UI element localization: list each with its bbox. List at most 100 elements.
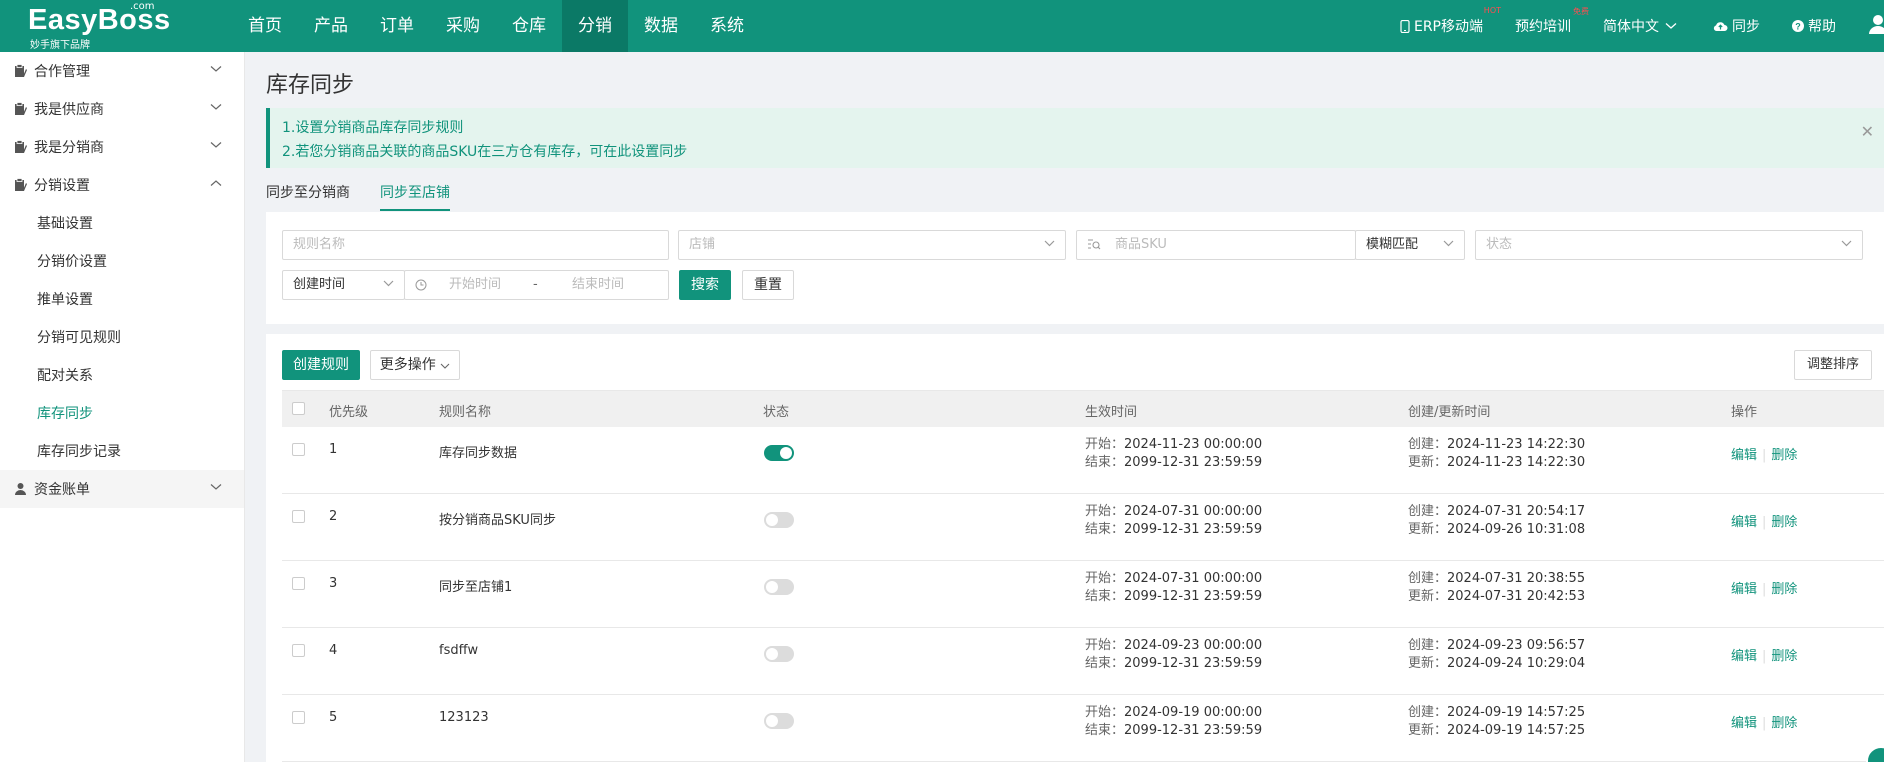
action-separator: |	[1762, 515, 1767, 530]
nav-products[interactable]: 产品	[298, 0, 364, 52]
nav-orders[interactable]: 订单	[364, 0, 430, 52]
delete-link[interactable]: 删除	[1771, 515, 1797, 530]
tab-sync-to-distributor[interactable]: 同步至分销商	[266, 182, 350, 211]
free-badge: 免费	[1573, 7, 1589, 16]
chevron-down-icon	[210, 484, 222, 490]
edit-link[interactable]: 编辑	[1731, 716, 1757, 731]
sidebar-group-cooperation[interactable]: 合作管理	[0, 52, 244, 90]
range-separator: -	[533, 277, 538, 292]
date-range-picker[interactable]: 开始时间 - 结束时间	[404, 270, 669, 300]
end-label: 结束：	[1085, 455, 1125, 470]
status-placeholder: 状态	[1486, 237, 1513, 252]
sync-label: 同步	[1732, 19, 1760, 35]
nav-warehouse[interactable]: 仓库	[496, 0, 562, 52]
search-list-icon	[1088, 239, 1101, 250]
created-updated-time: 创建：2024-09-23 09:56:57 更新：2024-09-24 10:2…	[1408, 637, 1585, 673]
help-button[interactable]: ? 帮助	[1792, 16, 1836, 36]
row-checkbox[interactable]	[292, 510, 305, 523]
sidebar-item-price-settings[interactable]: 分销价设置	[0, 242, 244, 280]
select-all-checkbox[interactable]	[292, 402, 305, 415]
sidebar-item-stock-sync[interactable]: 库存同步	[0, 394, 244, 432]
sidebar-item-pairing[interactable]: 配对关系	[0, 356, 244, 394]
edit-link[interactable]: 编辑	[1731, 448, 1757, 463]
end-time-placeholder[interactable]: 结束时间	[572, 271, 624, 299]
training-link[interactable]: 预约培训 免费	[1515, 7, 1589, 36]
sidebar-group-distribution-settings[interactable]: 分销设置	[0, 166, 244, 204]
nav-data[interactable]: 数据	[628, 0, 694, 52]
delete-link[interactable]: 删除	[1771, 649, 1797, 664]
status-toggle[interactable]	[764, 579, 794, 595]
reset-button[interactable]: 重置	[742, 270, 794, 300]
sidebar-group-funds[interactable]: 资金账单	[0, 470, 244, 508]
rule-name-input[interactable]: 规则名称	[282, 230, 669, 260]
action-separator: |	[1762, 716, 1767, 731]
notice-banner: 1.设置分销商品库存同步规则 2.若您分销商品关联的商品SKU在三方仓有库存，可…	[266, 108, 1884, 168]
created-updated-time: 创建：2024-09-19 14:57:25 更新：2024-09-19 14:5…	[1408, 704, 1585, 740]
delete-link[interactable]: 删除	[1771, 716, 1797, 731]
brand-com: .com	[130, 1, 155, 12]
search-button[interactable]: 搜索	[679, 270, 731, 300]
sync-button[interactable]: 同步	[1713, 16, 1760, 36]
row-priority: 3	[329, 576, 338, 591]
more-actions-button[interactable]: 更多操作	[370, 350, 460, 380]
created-updated-time: 创建：2024-07-31 20:54:17 更新：2024-09-26 10:3…	[1408, 503, 1585, 539]
action-separator: |	[1762, 448, 1767, 463]
nav-purchase[interactable]: 采购	[430, 0, 496, 52]
sidebar-group-distributor[interactable]: 我是分销商	[0, 128, 244, 166]
close-icon[interactable]: ✕	[1861, 120, 1874, 144]
sidebar-item-visibility-rules[interactable]: 分销可见规则	[0, 318, 244, 356]
status-toggle[interactable]	[764, 512, 794, 528]
erp-mobile-link[interactable]: ERP移动端 HOT	[1400, 6, 1501, 36]
sidebar-group-supplier[interactable]: 我是供应商	[0, 90, 244, 128]
row-priority: 1	[329, 442, 338, 457]
nav-home[interactable]: 首页	[232, 0, 298, 52]
nav-distribution[interactable]: 分销	[562, 0, 628, 52]
sku-placeholder: 商品SKU	[1115, 237, 1167, 252]
edit-link[interactable]: 编辑	[1731, 515, 1757, 530]
filter-panel: 规则名称 店铺 商品SKU 模糊匹配 状态 创建时间 开始时间 - 结束时间 搜…	[266, 212, 1884, 324]
row-rule-name: 按分销商品SKU同步	[439, 513, 556, 528]
edit-link[interactable]: 编辑	[1731, 582, 1757, 597]
row-rule-name: 同步至店铺1	[439, 580, 513, 595]
status-toggle[interactable]	[764, 713, 794, 729]
main-content: 库存同步 1.设置分销商品库存同步规则 2.若您分销商品关联的商品SKU在三方仓…	[246, 52, 1884, 762]
updated-value: 2024-09-26 10:31:08	[1447, 522, 1586, 537]
tab-sync-to-shop[interactable]: 同步至店铺	[380, 182, 450, 211]
start-value: 2024-07-31 00:00:00	[1124, 504, 1263, 519]
status-toggle[interactable]	[764, 646, 794, 662]
match-mode-select[interactable]: 模糊匹配	[1355, 230, 1465, 260]
time-type-select[interactable]: 创建时间	[282, 270, 405, 300]
top-right-menu: ERP移动端 HOT 预约培训 免费 简体中文 同步 ? 帮助	[1400, 0, 1884, 52]
row-rule-name: 123123	[439, 710, 489, 725]
sidebar-item-stock-sync-log[interactable]: 库存同步记录	[0, 432, 244, 470]
chevron-down-icon	[383, 280, 394, 287]
updated-value: 2024-07-31 20:42:53	[1447, 589, 1586, 604]
row-checkbox[interactable]	[292, 711, 305, 724]
create-rule-button[interactable]: 创建规则	[282, 350, 360, 380]
sidebar-item-push-settings[interactable]: 推单设置	[0, 280, 244, 318]
row-checkbox[interactable]	[292, 443, 305, 456]
start-time-placeholder[interactable]: 开始时间	[449, 271, 501, 299]
table-header: 优先级 规则名称 状态 生效时间 创建/更新时间 操作	[282, 391, 1884, 427]
delete-link[interactable]: 删除	[1771, 582, 1797, 597]
start-label: 开始：	[1085, 504, 1125, 519]
effective-time: 开始：2024-09-19 00:00:00 结束：2099-12-31 23:5…	[1085, 704, 1262, 740]
sidebar-item-basic-settings[interactable]: 基础设置	[0, 204, 244, 242]
edit-link[interactable]: 编辑	[1731, 649, 1757, 664]
rules-table: 优先级 规则名称 状态 生效时间 创建/更新时间 操作 1 库存同步数据 开始：20…	[282, 390, 1884, 762]
status-select[interactable]: 状态	[1475, 230, 1863, 260]
logo[interactable]: EasyBoss .com 妙手旗下品牌	[0, 0, 230, 52]
nav-system[interactable]: 系统	[694, 0, 760, 52]
row-checkbox[interactable]	[292, 577, 305, 590]
sku-input[interactable]: 商品SKU	[1076, 230, 1356, 260]
adjust-order-button[interactable]: 调整排序	[1794, 350, 1872, 380]
delete-link[interactable]: 删除	[1771, 448, 1797, 463]
phone-icon	[1400, 19, 1410, 33]
language-select[interactable]: 简体中文	[1603, 16, 1681, 36]
shop-select[interactable]: 店铺	[678, 230, 1066, 260]
row-checkbox[interactable]	[292, 644, 305, 657]
row-actions: 编辑 | 删除	[1731, 444, 1797, 463]
updated-label: 更新：	[1408, 656, 1448, 671]
status-toggle[interactable]	[764, 445, 794, 461]
user-avatar[interactable]	[1868, 14, 1884, 38]
